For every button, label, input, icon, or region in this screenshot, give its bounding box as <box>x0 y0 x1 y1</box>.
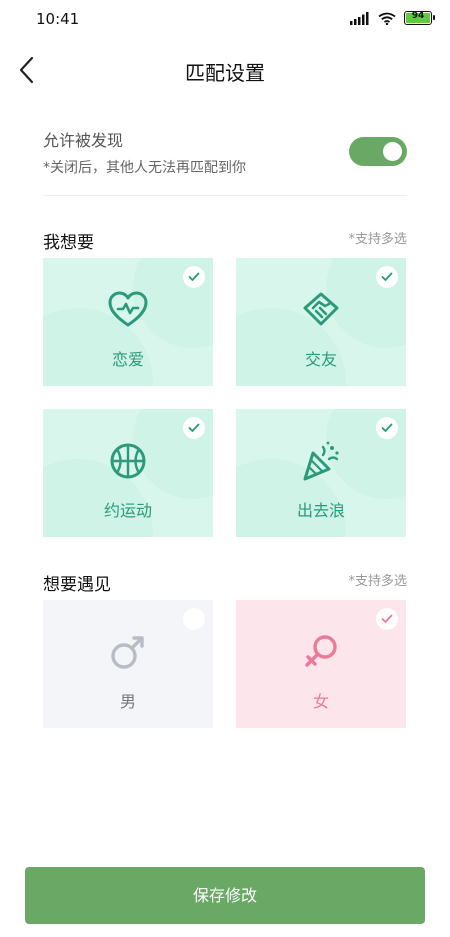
option-outing[interactable]: 出去浪 <box>236 409 406 537</box>
check-icon <box>376 608 398 630</box>
heart-icon <box>108 291 148 327</box>
nav-header: 匹配设置 <box>0 45 450 95</box>
check-icon <box>376 266 398 288</box>
option-label: 约运动 <box>103 501 152 520</box>
option-love[interactable]: 恋爱 <box>43 258 213 386</box>
signal-icon <box>350 11 369 25</box>
handshake-icon <box>303 292 339 326</box>
option-female[interactable]: 女 <box>236 600 406 728</box>
male-icon <box>111 636 144 669</box>
option-sports[interactable]: 约运动 <box>43 409 213 537</box>
option-label: 交友 <box>304 350 337 369</box>
save-button[interactable]: 保存修改 <box>25 867 425 924</box>
check-icon <box>183 266 205 288</box>
check-icon <box>183 417 205 439</box>
meet-section-hint: *支持多选 <box>348 574 407 589</box>
discover-subtitle: *关闭后，其他人无法再匹配到你 <box>43 160 246 176</box>
party-popper-icon <box>303 441 339 481</box>
check-circle-empty <box>183 608 205 630</box>
battery-level: 94 <box>411 11 425 21</box>
option-label: 女 <box>312 692 329 711</box>
basketball-icon <box>110 443 146 479</box>
discover-toggle[interactable] <box>349 137 407 166</box>
check-icon <box>376 417 398 439</box>
option-label: 男 <box>119 692 136 711</box>
option-label: 出去浪 <box>296 501 345 520</box>
discover-title: 允许被发现 <box>43 131 124 150</box>
option-male[interactable]: 男 <box>43 600 213 728</box>
option-friends[interactable]: 交友 <box>236 258 406 386</box>
status-icons: 94 <box>350 11 435 25</box>
discover-setting: 允许被发现 *关闭后，其他人无法再匹配到你 <box>43 125 407 196</box>
status-bar: 10:41 94 <box>0 0 450 40</box>
wifi-icon <box>378 12 396 25</box>
toggle-knob <box>383 142 402 161</box>
status-time: 10:41 <box>36 10 80 28</box>
battery-icon: 94 <box>404 11 435 25</box>
option-label: 恋爱 <box>111 350 144 369</box>
want-section-hint: *支持多选 <box>348 232 407 247</box>
female-icon <box>305 635 337 667</box>
meet-section-title: 想要遇见 <box>43 575 111 595</box>
page-title: 匹配设置 <box>185 61 265 85</box>
want-section-title: 我想要 <box>43 233 94 253</box>
